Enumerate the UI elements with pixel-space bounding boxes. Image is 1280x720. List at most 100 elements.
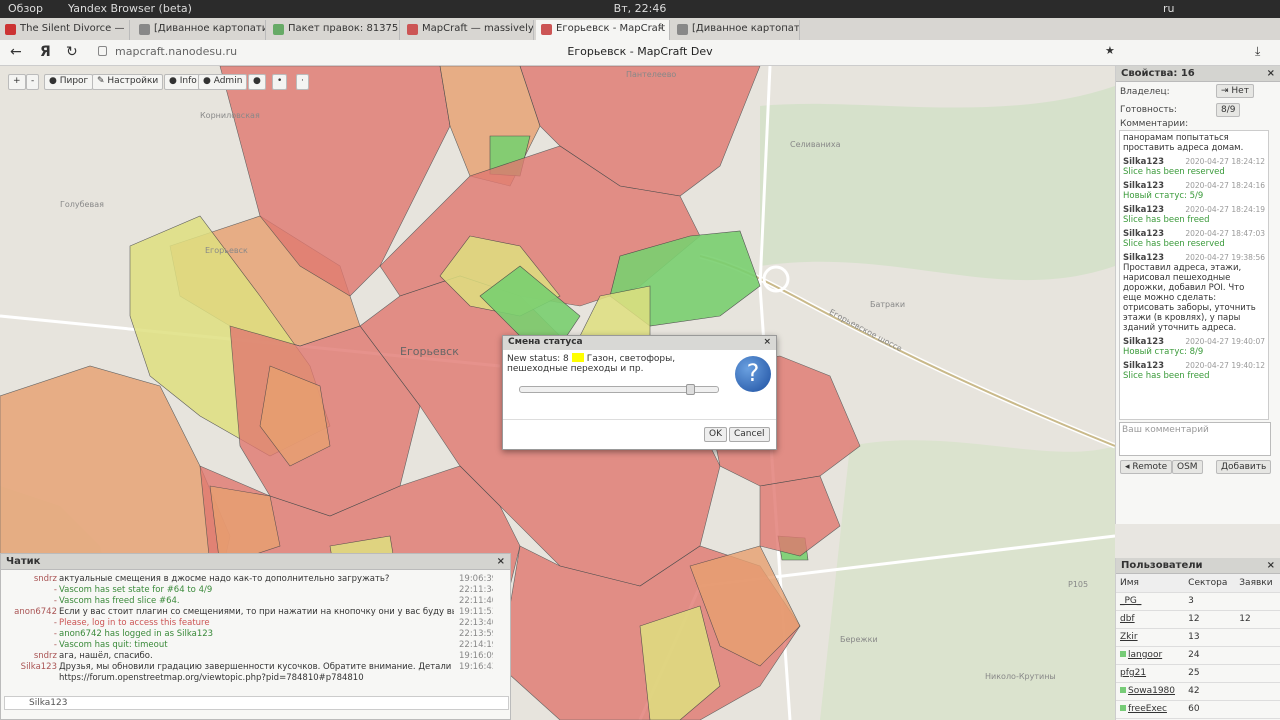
chat-input[interactable]: Silka123 xyxy=(4,696,509,710)
comment-author[interactable]: Silka123 xyxy=(1123,337,1164,347)
user-claims xyxy=(1235,682,1280,701)
info-button[interactable]: ● Info xyxy=(164,74,202,90)
dialog-divider xyxy=(503,419,776,420)
osm-button[interactable]: OSM xyxy=(1172,460,1203,474)
comment-author[interactable]: Silka123 xyxy=(1123,253,1164,263)
chat-who[interactable]: - xyxy=(3,640,57,651)
comment-item: Silka123 2020-04-27 18:24:16 Новый статус:… xyxy=(1120,179,1268,203)
user-name[interactable]: pfg21 xyxy=(1120,668,1146,678)
user-name[interactable]: freeExec xyxy=(1128,704,1167,714)
comment-author[interactable]: Silka123 xyxy=(1123,229,1164,239)
user-claims: 12 xyxy=(1235,610,1280,629)
comment-date: 2020-04-27 18:47:03 xyxy=(1185,229,1265,238)
user-row[interactable]: pfg21 25 xyxy=(1116,664,1280,683)
cancel-button[interactable]: Cancel xyxy=(729,427,770,442)
user-name[interactable]: _PG_ xyxy=(1120,596,1141,606)
os-lang[interactable]: ru xyxy=(1163,2,1175,15)
ready-value[interactable]: 8/9 xyxy=(1216,103,1241,117)
user-name[interactable]: dbf xyxy=(1120,614,1135,624)
user-claims xyxy=(1235,628,1280,647)
chat-who[interactable]: sndrz xyxy=(3,651,57,662)
user-row[interactable]: freeExec 60 xyxy=(1116,700,1280,719)
dot-medium-icon[interactable]: • xyxy=(272,74,288,90)
map-label: Пантелеево xyxy=(626,70,677,79)
chat-msg: ага, нашёл, спасибо. xyxy=(59,651,153,661)
admin-button[interactable]: ● Admin xyxy=(198,74,248,90)
chat-time: 22:11:40 xyxy=(459,596,493,606)
ok-button[interactable]: OK xyxy=(704,427,727,442)
slider-thumb[interactable] xyxy=(686,384,696,395)
chat-who[interactable]: Silka123 xyxy=(3,662,57,673)
browser-tab[interactable]: MapCraft — massively map xyxy=(402,20,534,40)
chat-who[interactable]: - xyxy=(3,629,57,640)
remote-button[interactable]: ◂ Remote xyxy=(1120,460,1173,474)
user-row[interactable]: dbf 12 12 xyxy=(1116,610,1280,629)
bookmark-icon[interactable]: ★ xyxy=(1105,44,1115,57)
comment-author[interactable]: Silka123 xyxy=(1123,181,1164,191)
close-icon[interactable]: × xyxy=(763,337,771,347)
chat-time: 22:13:59 xyxy=(459,629,493,639)
tab-favicon-icon xyxy=(541,24,552,35)
comment-author[interactable]: Silka123 xyxy=(1123,205,1164,215)
user-row[interactable]: langoor 24 xyxy=(1116,646,1280,665)
close-tab-icon[interactable]: × xyxy=(657,23,665,34)
user-row[interactable]: _PG_ 3 xyxy=(1116,592,1280,611)
comment-item: Silka123 2020-04-27 19:40:07 Новый статус:… xyxy=(1120,335,1268,359)
chat-header: Чатик × xyxy=(1,554,510,570)
comment-author[interactable]: Silka123 xyxy=(1123,157,1164,167)
chat-who[interactable]: - xyxy=(3,585,57,596)
browser-tab[interactable]: [Диванное картопати] Его xyxy=(672,20,800,40)
chat-time: 22:11:34 xyxy=(459,585,493,595)
user-name[interactable]: Zkir xyxy=(1120,632,1138,642)
zoom-in-button[interactable]: + xyxy=(8,74,26,90)
close-icon[interactable]: × xyxy=(1267,560,1275,571)
browser-tab[interactable]: The Silent Divorce — xyxy=(0,20,130,40)
col-claims[interactable]: Заявки xyxy=(1235,574,1280,593)
chat-who[interactable]: - xyxy=(3,596,57,607)
browser-tab[interactable]: Пакет правок: 81375866 | xyxy=(268,20,400,40)
user-row[interactable]: Zkir 13 xyxy=(1116,628,1280,647)
comment-input[interactable]: Ваш комментарий xyxy=(1119,422,1271,456)
dot-small-icon[interactable]: · xyxy=(296,74,309,90)
chat-time: 22:14:19 xyxy=(459,640,493,650)
os-clock[interactable]: Вт, 22:46 xyxy=(0,2,1280,15)
chat-log[interactable]: sndrz актуальные смещения в джосме надо к… xyxy=(3,574,493,694)
chat-user: Silka123 xyxy=(29,698,68,708)
browser-tab-active[interactable]: Егорьевск - MapCraft D × xyxy=(536,20,670,40)
comment-status: Slice has been freed xyxy=(1123,215,1210,225)
browser-tab[interactable]: [Диванное картопати] Его xyxy=(134,20,266,40)
chat-time: 19:16:43 xyxy=(459,662,493,672)
comments-label: Комментарии: xyxy=(1120,119,1189,129)
chat-who[interactable]: sndrz xyxy=(3,574,57,585)
dot-large-icon[interactable]: ● xyxy=(248,74,266,90)
chat-msg: Друзья, мы обновили градацию завершеннос… xyxy=(59,662,454,672)
user-name[interactable]: Sowa1980 xyxy=(1128,686,1175,696)
download-icon[interactable]: ⤓ xyxy=(1255,44,1260,59)
status-slider[interactable] xyxy=(519,384,719,395)
chat-message: - Vascom has set state for #64 to 4/9 22:1… xyxy=(3,585,493,596)
chat-message: https://forum.openstreetmap.org/viewtopi… xyxy=(3,673,493,684)
comments-list[interactable]: панорамам попытаться проставить адреса д… xyxy=(1119,130,1269,420)
col-sectors[interactable]: Сектора xyxy=(1184,574,1236,593)
owner-button[interactable]: ⇥ Нет xyxy=(1216,84,1254,98)
user-sectors: 12 xyxy=(1184,610,1236,629)
col-name[interactable]: Имя xyxy=(1116,574,1185,593)
user-name-cell: dbf xyxy=(1116,610,1185,629)
user-row[interactable]: Sowa1980 42 xyxy=(1116,682,1280,701)
status-color-swatch xyxy=(571,353,584,362)
add-comment-button[interactable]: Добавить xyxy=(1216,460,1272,474)
chat-msg: Vascom has set state for #64 to 4/9 xyxy=(59,585,213,595)
pie-button[interactable]: ● Пирог xyxy=(44,74,94,90)
chat-time: 22:13:40 xyxy=(459,618,493,628)
user-name[interactable]: langoor xyxy=(1128,650,1162,660)
chat-message: -Vascom has freed slice #64. 22:11:40 xyxy=(3,596,493,607)
comment-date: 2020-04-27 19:38:56 xyxy=(1185,253,1265,262)
chat-message: anon6742 Если у вас стоит плагин со смеще… xyxy=(3,607,493,618)
settings-button[interactable]: ✎ Настройки xyxy=(92,74,164,90)
chat-who[interactable]: anon6742 xyxy=(3,607,57,618)
zoom-out-button[interactable]: - xyxy=(26,74,40,90)
chat-who[interactable]: - xyxy=(3,618,57,629)
close-icon[interactable]: × xyxy=(1267,68,1275,79)
comment-author[interactable]: Silka123 xyxy=(1123,361,1164,371)
close-icon[interactable]: × xyxy=(497,556,505,567)
